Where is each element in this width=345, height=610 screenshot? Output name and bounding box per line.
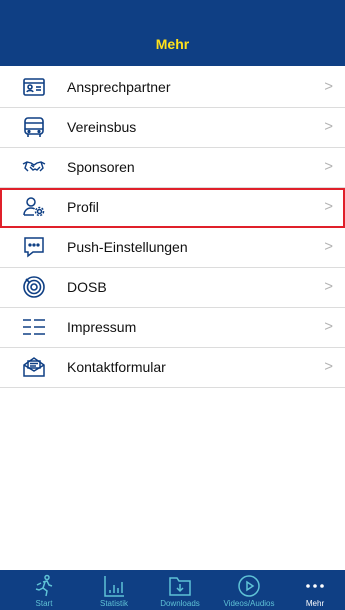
page-title: Mehr xyxy=(155,36,190,52)
menu-item-label: Kontaktformular xyxy=(67,359,166,375)
user-settings-icon xyxy=(22,195,46,219)
play-icon xyxy=(238,575,260,597)
tab-label: Start xyxy=(35,599,53,608)
chevron-right-icon: > xyxy=(324,318,333,335)
tab-statistik[interactable]: Statistik xyxy=(84,574,144,610)
bar-chart-icon xyxy=(104,576,124,597)
menu-list: Ansprechpartner > Vereinsbus > Sponsoren… xyxy=(0,68,345,388)
menu-item-dosb[interactable]: DOSB > xyxy=(0,268,345,308)
tab-downloads[interactable]: Downloads xyxy=(150,574,210,610)
menu-item-profil[interactable]: Profil > xyxy=(0,188,345,228)
chevron-right-icon: > xyxy=(324,278,333,295)
list-lines-icon xyxy=(22,315,46,339)
tab-label: Mehr xyxy=(305,599,325,608)
menu-item-impressum[interactable]: Impressum > xyxy=(0,308,345,348)
runner-icon xyxy=(35,574,53,597)
menu-item-sponsoren[interactable]: Sponsoren > xyxy=(0,148,345,188)
chevron-right-icon: > xyxy=(324,198,333,215)
menu-item-label: Push-Einstellungen xyxy=(67,239,188,255)
menu-item-push-einstellungen[interactable]: Push-Einstellungen > xyxy=(0,228,345,268)
chevron-right-icon: > xyxy=(324,158,333,175)
menu-item-label: Ansprechpartner xyxy=(67,79,171,95)
tab-videos-audios[interactable]: Videos/Audios xyxy=(219,574,279,610)
tab-label: Statistik xyxy=(99,599,128,608)
bus-icon xyxy=(22,115,46,139)
menu-item-vereinsbus[interactable]: Vereinsbus > xyxy=(0,108,345,148)
menu-item-label: Sponsoren xyxy=(67,159,135,175)
menu-item-label: Impressum xyxy=(67,319,137,335)
envelope-icon xyxy=(22,355,46,379)
menu-item-label: Profil xyxy=(67,199,99,215)
chevron-right-icon: > xyxy=(324,118,333,135)
app-header: Mehr xyxy=(0,0,345,66)
target-icon xyxy=(22,275,46,299)
chevron-right-icon: > xyxy=(324,358,333,375)
download-icon xyxy=(169,577,191,596)
tab-mehr[interactable]: Mehr xyxy=(285,574,345,610)
handshake-icon xyxy=(22,155,46,179)
chevron-right-icon: > xyxy=(324,78,333,95)
tab-label: Downloads xyxy=(160,599,200,608)
menu-item-kontaktformular[interactable]: Kontaktformular > xyxy=(0,348,345,388)
contact-card-icon xyxy=(22,75,46,99)
menu-item-ansprechpartner[interactable]: Ansprechpartner > xyxy=(0,68,345,108)
menu-item-label: DOSB xyxy=(67,279,107,295)
more-icon xyxy=(306,584,324,588)
chat-bubble-icon xyxy=(22,235,46,259)
bottom-tab-bar: Start Statistik Downloads Videos/Audios xyxy=(0,570,345,610)
tab-label: Videos/Audios xyxy=(223,599,275,608)
chevron-right-icon: > xyxy=(324,238,333,255)
tab-start[interactable]: Start xyxy=(14,574,74,610)
menu-item-label: Vereinsbus xyxy=(67,119,137,135)
